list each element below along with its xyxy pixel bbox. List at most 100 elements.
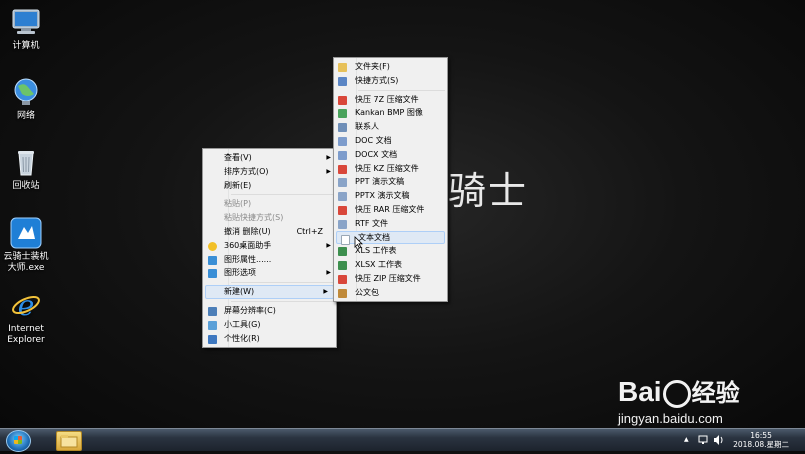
monitor-icon	[208, 306, 217, 316]
taskbar-explorer-button[interactable]	[56, 431, 82, 451]
menu-item-label: 快捷方式(S)	[355, 75, 399, 85]
briefcase-icon	[338, 288, 347, 298]
tray-overflow-button[interactable]: ▲	[684, 429, 689, 451]
new-ppt[interactable]: PPT 演示文稿	[334, 175, 447, 189]
menu-item-gadgets[interactable]: 小工具(G)	[203, 318, 336, 332]
mouse-cursor-icon	[354, 236, 363, 249]
new-pptx[interactable]: PPTX 演示文稿	[334, 189, 447, 203]
menu-item-label: 360桌面助手	[224, 240, 272, 250]
menu-separator	[358, 89, 445, 91]
menu-item-label: 快压 7Z 压缩文件	[355, 94, 419, 104]
gadgets-icon	[208, 320, 217, 330]
baidu-watermark-logo: Bai 经验	[618, 373, 740, 408]
archive-icon	[338, 205, 347, 215]
menu-item-360-assistant[interactable]: 360桌面助手 ▶	[203, 239, 336, 253]
clock-date: 2018.08.星期二	[733, 440, 789, 449]
archive-icon	[338, 274, 347, 284]
folder-icon	[60, 435, 78, 448]
new-rtf[interactable]: RTF 文件	[334, 217, 447, 231]
taskbar: ▲ 16:55 2018.08.星期二	[0, 428, 805, 452]
presentation-icon	[338, 178, 347, 188]
recycle-bin-icon	[18, 151, 34, 176]
ie-icon: e	[12, 289, 40, 321]
graphics-icon	[208, 269, 217, 279]
new-kz-archive[interactable]: 快压 KZ 压缩文件	[334, 162, 447, 176]
menu-item-label: PPT 演示文稿	[355, 177, 405, 187]
shortcut-label: Ctrl+Z	[296, 226, 323, 236]
baidu-watermark-url: jingyan.baidu.com	[618, 411, 723, 426]
archive-icon	[338, 95, 347, 105]
desktop-icon-ie[interactable]: e Internet Explorer	[0, 289, 52, 346]
app-knight-icon	[10, 217, 42, 249]
new-xls[interactable]: XLS 工作表	[334, 244, 447, 258]
new-zip-archive[interactable]: 快压 ZIP 压缩文件	[334, 272, 447, 286]
menu-item-label: 快压 RAR 压缩文件	[355, 204, 425, 214]
menu-item-label: 刷新(E)	[224, 180, 252, 190]
menu-item-label: 粘贴(P)	[224, 199, 252, 209]
presentation-icon	[338, 192, 347, 202]
menu-separator	[231, 282, 334, 284]
volume-icon[interactable]	[713, 434, 725, 446]
new-folder[interactable]: 文件夹(F)	[334, 60, 447, 74]
system-clock[interactable]: 16:55 2018.08.星期二	[733, 431, 789, 449]
new-contact[interactable]: 联系人	[334, 120, 447, 134]
submenu-arrow-icon: ▶	[326, 167, 331, 175]
spreadsheet-icon	[338, 261, 347, 271]
menu-item-label: 个性化(R)	[224, 333, 260, 343]
personalize-icon	[208, 334, 217, 344]
new-rar-archive[interactable]: 快压 RAR 压缩文件	[334, 203, 447, 217]
new-xlsx[interactable]: XLSX 工作表	[334, 258, 447, 272]
new-text-document[interactable]: 文本文档	[336, 230, 445, 245]
menu-item-label: 公文包	[355, 287, 379, 297]
menu-item-label: 文件夹(F)	[355, 62, 390, 71]
menu-item-label: 图形属性......	[224, 254, 272, 264]
new-7z-archive[interactable]: 快压 7Z 压缩文件	[334, 93, 447, 107]
submenu-arrow-icon: ▶	[323, 288, 328, 296]
graphics-icon	[208, 255, 217, 265]
new-doc[interactable]: DOC 文档	[334, 134, 447, 148]
start-button[interactable]	[6, 430, 31, 452]
menu-item-label: 联系人	[355, 122, 379, 132]
new-bmp-image[interactable]: Kankan BMP 图像	[334, 106, 447, 120]
contact-icon	[338, 123, 347, 133]
document-icon	[338, 219, 347, 229]
new-docx[interactable]: DOCX 文档	[334, 148, 447, 162]
desktop-icon-label: 网络	[16, 111, 35, 121]
svg-text:e: e	[18, 289, 35, 321]
desktop-icon-label: 计算机	[12, 41, 40, 51]
menu-item-label: 屏幕分辨率(C)	[224, 305, 276, 315]
network-icon	[14, 78, 38, 105]
menu-item-graphics-options[interactable]: 图形选项 ▶	[203, 266, 336, 280]
desktop-icon-computer[interactable]: 计算机	[0, 6, 52, 52]
menu-separator	[231, 300, 334, 302]
menu-item-graphics-properties[interactable]: 图形属性......	[203, 253, 336, 267]
menu-item-label: 快压 ZIP 压缩文件	[355, 273, 421, 283]
menu-item-label: XLSX 工作表	[355, 260, 403, 270]
paw-icon	[662, 379, 691, 408]
desktop-icon-network[interactable]: 网络	[0, 76, 52, 122]
menu-item-refresh[interactable]: 刷新(E)	[203, 179, 336, 193]
desktop-icon-knight-installer[interactable]: 云骑士装机大师.exe	[0, 217, 52, 274]
menu-item-label: 查看(V)	[224, 153, 252, 162]
menu-item-undo-delete[interactable]: 撤消 删除(U) Ctrl+Z	[203, 225, 336, 239]
desktop-icon-label: Internet Explorer	[7, 324, 45, 345]
network-tray-icon[interactable]	[698, 435, 708, 445]
desktop-context-menu: 查看(V) ▶ 排序方式(O) ▶ 刷新(E) 粘贴(P) 粘贴快捷方式(S) …	[202, 148, 337, 348]
menu-item-screen-resolution[interactable]: 屏幕分辨率(C)	[203, 304, 336, 318]
shortcut-icon	[338, 76, 347, 86]
new-shortcut[interactable]: 快捷方式(S)	[334, 74, 447, 88]
document-icon	[338, 136, 347, 146]
new-submenu: 文件夹(F) 快捷方式(S) 快压 7Z 压缩文件 Kankan BMP 图像 …	[333, 57, 448, 302]
menu-item-personalize[interactable]: 个性化(R)	[203, 332, 336, 346]
menu-item-label: 新建(W)	[224, 287, 255, 297]
image-icon	[338, 109, 347, 119]
menu-item-label: RTF 文件	[355, 218, 389, 228]
menu-item-sort[interactable]: 排序方式(O) ▶	[203, 165, 336, 179]
menu-item-new[interactable]: 新建(W) ▶	[205, 285, 334, 299]
menu-separator	[231, 194, 334, 196]
menu-item-label: Kankan BMP 图像	[355, 108, 423, 118]
new-briefcase[interactable]: 公文包	[334, 286, 447, 300]
menu-item-view[interactable]: 查看(V) ▶	[203, 151, 336, 165]
desktop-icon-recycle-bin[interactable]: 回收站	[0, 146, 52, 192]
submenu-arrow-icon: ▶	[326, 269, 331, 277]
